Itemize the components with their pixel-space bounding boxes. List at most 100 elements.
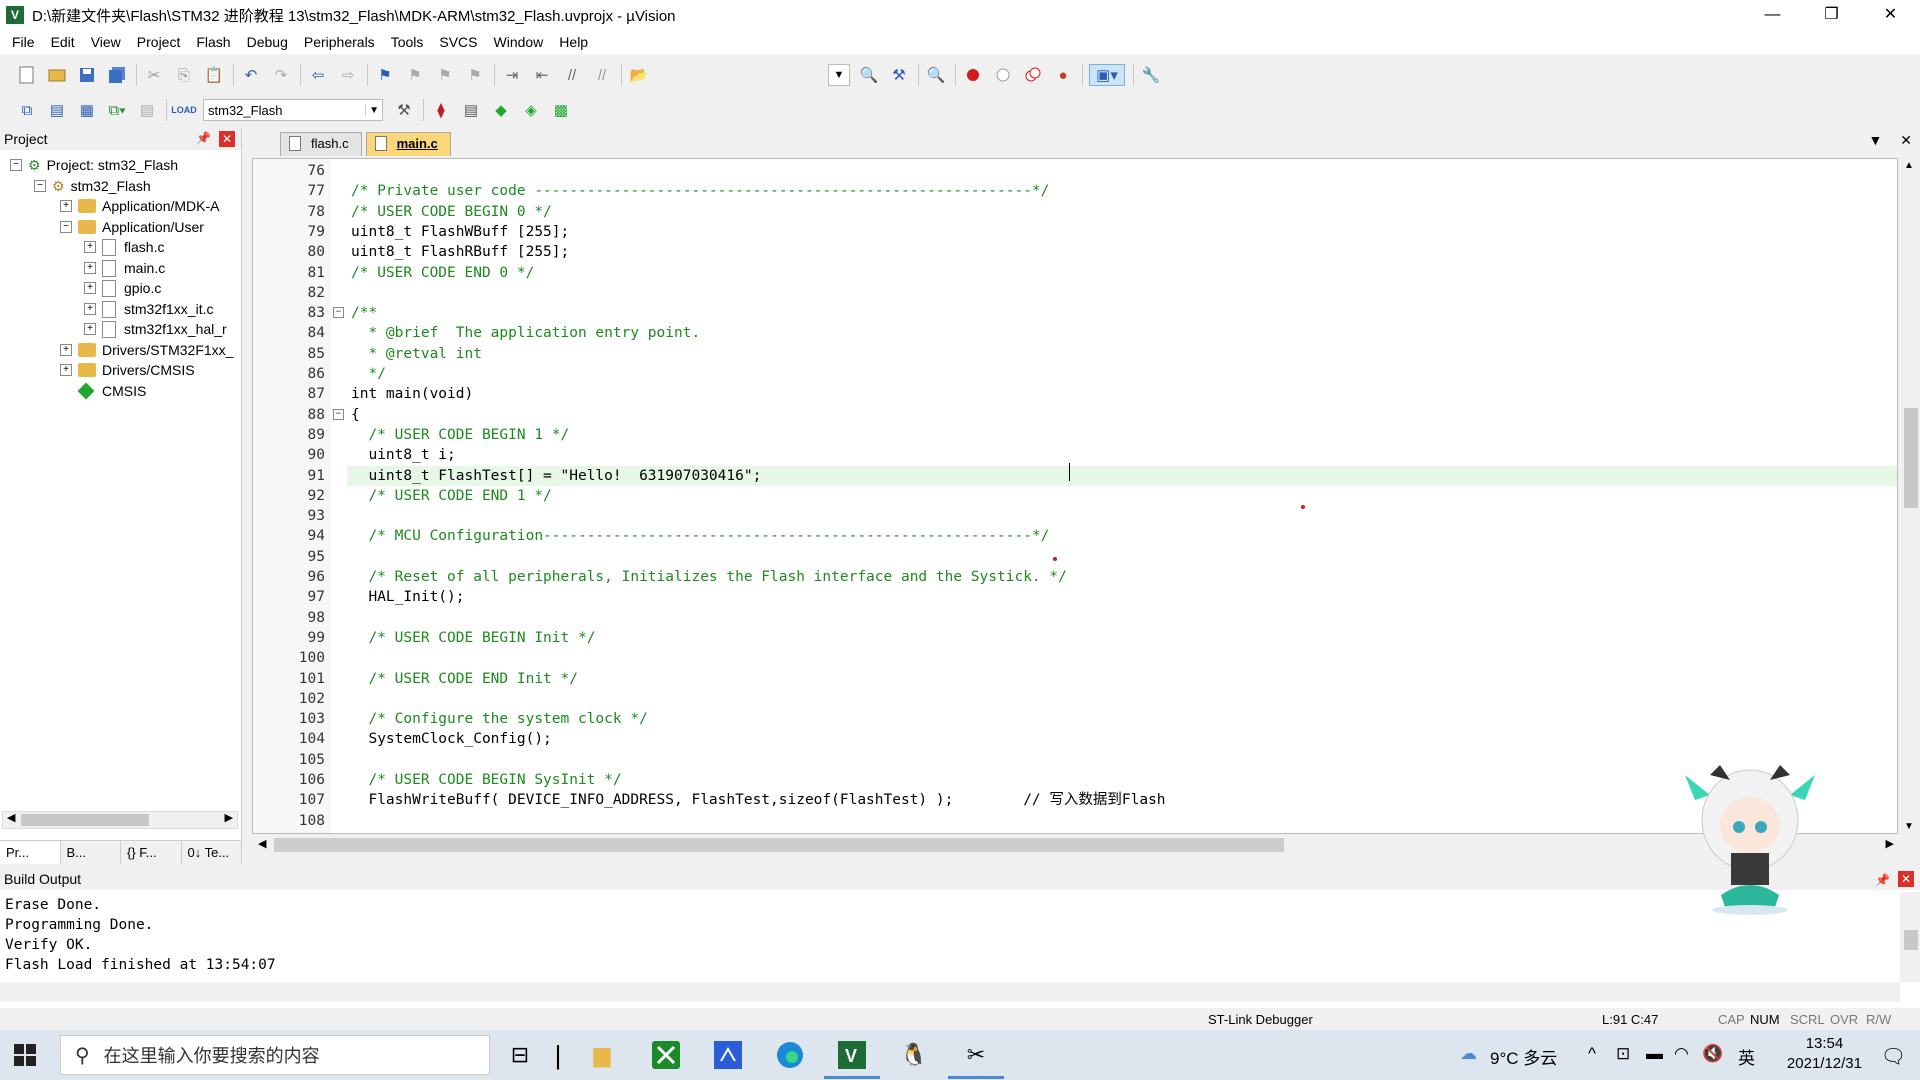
expand-icon[interactable]: + [60, 364, 72, 376]
close-icon[interactable]: ✕ [219, 131, 235, 147]
books-icon[interactable]: ▩ [550, 99, 572, 121]
volume-muted-icon[interactable]: 🔇 [1702, 1044, 1723, 1064]
tree-target[interactable]: − ⚙ stm32_Flash [34, 175, 151, 197]
menu-tools[interactable]: Tools [383, 34, 432, 50]
paste-icon[interactable]: 📋 [203, 64, 225, 86]
close-button[interactable]: ✕ [1861, 0, 1920, 30]
editor-vscrollbar[interactable]: ▲ ▼ [1900, 158, 1920, 834]
tab-functions[interactable]: {} F... [121, 841, 182, 864]
save-all-icon[interactable] [106, 64, 128, 86]
editor-hscrollbar[interactable]: ◀ ▶ [252, 834, 1900, 856]
ime-indicator[interactable]: 英 [1738, 1044, 1755, 1069]
menu-project[interactable]: Project [129, 34, 189, 50]
scroll-right-icon[interactable]: ▶ [225, 811, 233, 824]
close-tab-icon[interactable]: ✕ [1900, 132, 1912, 148]
navigate-back-icon[interactable]: ⇦ [307, 64, 329, 86]
menu-svcs[interactable]: SVCS [431, 34, 485, 50]
edge-browser-icon[interactable] [772, 1038, 808, 1072]
menu-peripherals[interactable]: Peripherals [296, 34, 383, 50]
taskbar-clock[interactable]: 13:54 2021/12/31 [1787, 1034, 1862, 1074]
select-packs-icon[interactable]: ▤ [460, 99, 482, 121]
project-hscrollbar[interactable]: ◀ ▶ [2, 811, 238, 829]
insert-breakpoint-icon[interactable] [962, 64, 984, 86]
window-layout-icon[interactable]: ▣▾ [1089, 64, 1125, 86]
tree-file[interactable]: + stm32f1xx_hal_r [84, 318, 227, 340]
expand-icon[interactable]: + [60, 200, 72, 212]
manage-rte-icon[interactable]: ◆ [490, 99, 512, 121]
collapse-icon[interactable]: − [10, 159, 22, 171]
weather-text[interactable]: 9°C 多云 [1490, 1044, 1557, 1069]
scroll-thumb[interactable] [1904, 408, 1918, 508]
task-view-icon[interactable]: ⊟ [502, 1038, 538, 1072]
menu-edit[interactable]: Edit [43, 34, 83, 50]
find-combo-dropdown-icon[interactable]: ▼ [828, 64, 850, 86]
wifi-icon[interactable]: ◠ [1674, 1044, 1689, 1064]
disable-breakpoints-icon[interactable] [1022, 64, 1044, 86]
build-hscrollbar[interactable] [0, 982, 1900, 1002]
tab-flash-c[interactable]: flash.c [280, 132, 362, 156]
expand-icon[interactable]: + [84, 262, 96, 274]
tree-file[interactable]: + main.c [84, 257, 165, 279]
collapse-icon[interactable]: − [60, 221, 72, 233]
target-select[interactable]: stm32_Flash ▼ [203, 99, 383, 121]
scroll-down-icon[interactable]: ▼ [1904, 821, 1914, 832]
bookmark-icon[interactable]: ⚑ [374, 64, 396, 86]
fold-toggle-icon[interactable]: − [333, 408, 344, 420]
tab-main-c[interactable]: main.c [365, 132, 451, 156]
tab-list-dropdown-icon[interactable]: ▼ [1869, 132, 1883, 148]
expand-icon[interactable]: + [84, 323, 96, 335]
navigate-forward-icon[interactable]: ⇨ [337, 64, 359, 86]
comment-icon[interactable]: // [561, 64, 583, 86]
code-editor[interactable]: 76 77 78 79 80 81 82 83 84 85 86 87 88 89 90 91 92 93 94 95… [252, 158, 1898, 834]
stop-build-icon[interactable]: ▤ [136, 99, 158, 121]
scroll-left-icon[interactable]: ◀ [258, 837, 266, 850]
tree-group-app-user[interactable]: − Application/User [60, 216, 204, 238]
indent-icon[interactable]: ⇥ [501, 64, 523, 86]
menu-help[interactable]: Help [551, 34, 596, 50]
pack-installer-icon[interactable]: ◈ [520, 99, 542, 121]
scroll-thumb[interactable] [21, 814, 149, 826]
expand-icon[interactable]: + [84, 303, 96, 315]
windows-start-icon[interactable] [14, 1044, 36, 1066]
undo-icon[interactable]: ↶ [240, 64, 262, 86]
expand-icon[interactable]: + [84, 241, 96, 253]
notification-icon[interactable]: 🗨 [1881, 1044, 1906, 1069]
menu-flash[interactable]: Flash [188, 34, 238, 50]
fold-toggle-icon[interactable]: − [333, 307, 344, 319]
taskbar-search-box[interactable]: ⚲ 在这里输入你要搜索的内容 [60, 1035, 490, 1075]
next-bookmark-icon[interactable]: ⚑ [434, 64, 456, 86]
open-folder-icon[interactable] [46, 64, 68, 86]
chevron-up-icon[interactable]: ^ [1588, 1044, 1596, 1064]
download-load-icon[interactable]: LOAD [171, 99, 197, 121]
restore-button[interactable]: ❐ [1802, 0, 1861, 30]
uvision-taskbar-icon[interactable]: V [824, 1038, 880, 1079]
redo-icon[interactable]: ↷ [270, 64, 292, 86]
scroll-left-icon[interactable]: ◀ [7, 811, 15, 824]
expand-icon[interactable]: + [84, 282, 96, 294]
save-icon[interactable] [76, 64, 98, 86]
build-icon[interactable]: ▤ [46, 99, 68, 121]
prev-bookmark-icon[interactable]: ⚑ [404, 64, 426, 86]
menu-view[interactable]: View [83, 34, 129, 50]
rebuild-icon[interactable]: ▦ [76, 99, 98, 121]
enable-breakpoint-icon[interactable] [992, 64, 1014, 86]
kill-breakpoints-icon[interactable]: ● [1052, 64, 1074, 86]
tree-group-app-mdk[interactable]: + Application/MDK-A [60, 195, 220, 217]
close-icon[interactable]: ✕ [1898, 871, 1914, 887]
find-in-files-icon[interactable]: 📂 [628, 64, 650, 86]
new-file-icon[interactable] [16, 64, 38, 86]
battery-icon[interactable]: ▬ [1646, 1044, 1663, 1064]
scroll-up-icon[interactable]: ▲ [1904, 160, 1914, 171]
cut-icon[interactable]: ✂ [143, 64, 165, 86]
manage-project-items-icon[interactable]: ⧫ [430, 99, 452, 121]
tab-project[interactable]: Pr... [0, 841, 61, 864]
tree-group-drivers-stm32[interactable]: + Drivers/STM32F1xx_ [60, 339, 233, 361]
scroll-thumb[interactable] [1904, 930, 1918, 950]
tree-project-root[interactable]: − ⚙ Project: stm32_Flash [10, 154, 178, 176]
visual-studio-code-icon[interactable] [710, 1038, 746, 1072]
tree-file[interactable]: + gpio.c [84, 277, 161, 299]
target-options-icon[interactable]: ⚒ [393, 99, 415, 121]
qq-icon[interactable]: 🐧 [896, 1038, 932, 1072]
expand-icon[interactable]: + [60, 344, 72, 356]
find-icon[interactable]: 🔍 [858, 64, 880, 86]
